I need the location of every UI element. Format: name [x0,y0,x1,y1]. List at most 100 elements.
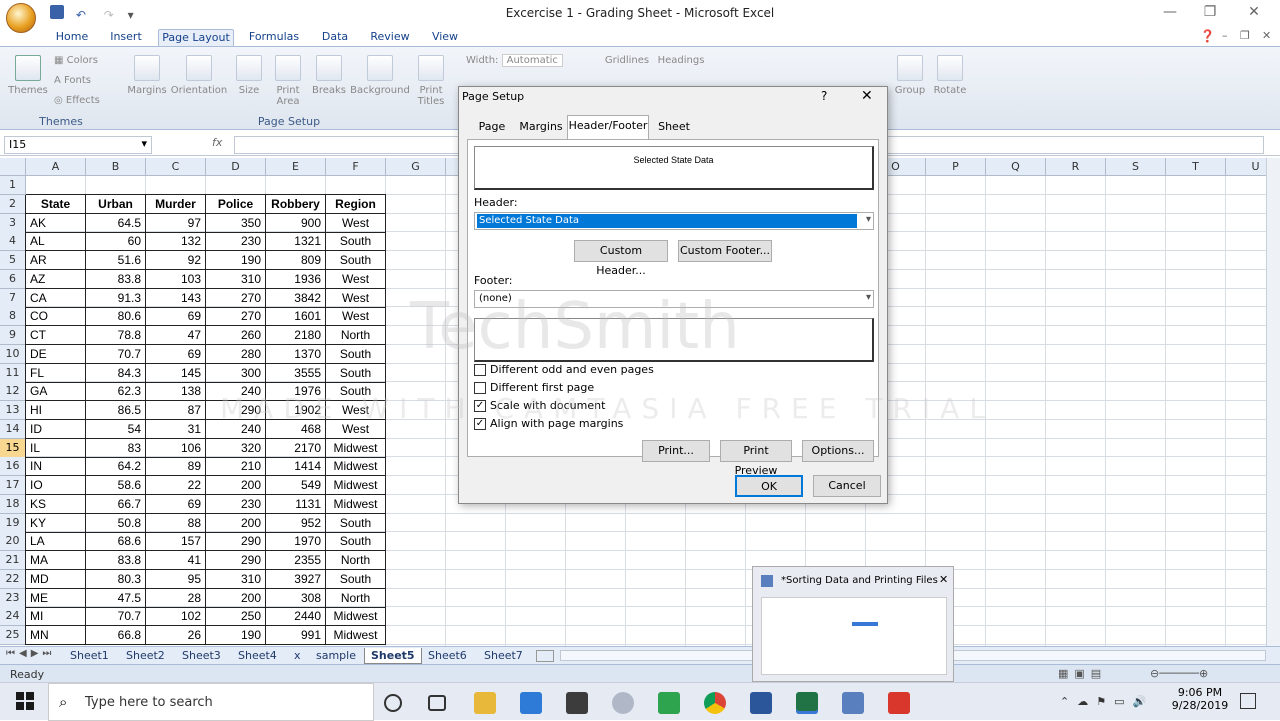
name-box[interactable]: I15 ▾ [4,136,152,154]
tab-formulas[interactable]: Formulas [246,29,302,47]
table-cell[interactable]: South [326,532,386,552]
table-cell[interactable]: CA [26,288,86,308]
rotate-button[interactable]: Rotate [930,55,970,96]
table-header-cell[interactable]: Region [326,194,386,214]
sheet-tab[interactable]: Sheet1 [64,648,115,664]
group-button[interactable]: Group [890,55,930,96]
table-cell[interactable]: 83 [86,438,146,458]
ribbon-restore-icon[interactable]: ❐ [1240,29,1250,42]
table-cell[interactable]: 47 [146,326,206,345]
option-label[interactable]: Align with page margins [490,417,623,430]
table-cell[interactable]: 28 [146,588,206,608]
column-header[interactable]: A [26,158,86,176]
print-preview-button[interactable]: Print Preview [720,440,792,477]
table-cell[interactable]: 86.5 [86,401,146,420]
tab-insert[interactable]: Insert [106,29,146,47]
table-cell[interactable]: MI [26,607,86,627]
windows-start-icon[interactable] [16,692,34,710]
dialog-tab-page[interactable]: Page [475,117,509,139]
table-cell[interactable]: 87 [146,401,206,420]
table-cell[interactable]: Midwest [326,476,386,495]
table-cell[interactable]: 69 [146,307,206,327]
table-cell[interactable]: 991 [266,626,326,645]
tab-home[interactable]: Home [54,29,90,47]
row-header[interactable]: 10 [0,344,26,364]
row-header[interactable]: 9 [0,326,26,345]
table-header-cell[interactable]: Police [206,194,266,214]
store-icon[interactable] [520,692,542,714]
column-header[interactable]: B [86,158,146,176]
table-cell[interactable]: 1414 [266,457,326,477]
effects-button[interactable]: ◎ Effects [54,95,114,106]
table-cell[interactable]: 69 [146,494,206,514]
help-icon[interactable]: ❓ [1200,29,1215,43]
column-header[interactable]: G [386,158,446,176]
qat-dropdown-icon[interactable]: ▾ [128,8,134,22]
table-cell[interactable]: West [326,307,386,327]
calculator-icon[interactable] [566,692,588,714]
table-cell[interactable]: 22 [146,476,206,495]
print-area-button[interactable]: Print Area [270,55,306,107]
table-cell[interactable]: 250 [206,607,266,627]
table-cell[interactable]: IO [26,476,86,495]
table-cell[interactable]: MD [26,569,86,589]
chrome-icon[interactable] [704,692,726,714]
table-cell[interactable]: Midwest [326,438,386,458]
redo-icon[interactable]: ↷ [104,8,114,22]
sheet-tab[interactable]: sample [310,648,362,664]
table-cell[interactable]: 1936 [266,269,326,289]
table-cell[interactable]: 70.7 [86,344,146,364]
print-titles-button[interactable]: Print Titles [412,55,450,107]
row-header[interactable]: 15 [0,438,26,458]
undo-icon[interactable]: ↶ [76,8,86,22]
table-cell[interactable]: 1902 [266,401,326,420]
table-cell[interactable]: 62.3 [86,382,146,402]
table-cell[interactable]: 200 [206,588,266,608]
table-header-cell[interactable]: Murder [146,194,206,214]
system-tray-icons[interactable]: ⌃☁⚑▭🔊 [1060,695,1154,708]
table-cell[interactable]: 270 [206,288,266,308]
table-cell[interactable]: Midwest [326,607,386,627]
sheet-tab[interactable]: Sheet4 [232,648,283,664]
table-cell[interactable]: ME [26,588,86,608]
header-dropdown-icon[interactable]: ▾ [866,214,871,225]
table-cell[interactable]: CO [26,307,86,327]
table-cell[interactable]: South [326,363,386,383]
app-icon[interactable] [612,692,634,714]
table-cell[interactable]: South [326,251,386,270]
table-cell[interactable]: 3842 [266,288,326,308]
row-header[interactable]: 25 [0,626,26,645]
row-header[interactable]: 4 [0,232,26,252]
table-cell[interactable]: 350 [206,213,266,233]
camtasia-icon[interactable] [658,692,680,714]
table-cell[interactable]: 1976 [266,382,326,402]
table-cell[interactable]: AZ [26,269,86,289]
table-cell[interactable]: 210 [206,457,266,477]
table-cell[interactable]: West [326,419,386,439]
save-icon[interactable] [50,5,64,19]
table-cell[interactable]: 92 [146,251,206,270]
table-cell[interactable]: GA [26,382,86,402]
table-cell[interactable]: South [326,382,386,402]
table-cell[interactable]: 230 [206,494,266,514]
table-cell[interactable]: 1970 [266,532,326,552]
table-cell[interactable]: 64.2 [86,457,146,477]
table-cell[interactable]: North [326,551,386,570]
table-cell[interactable]: CT [26,326,86,345]
table-cell[interactable]: KS [26,494,86,514]
table-cell[interactable]: 50.8 [86,513,146,533]
table-cell[interactable]: 240 [206,419,266,439]
quick-access-toolbar[interactable]: ↶ ↷ ▾ [50,5,134,22]
print-button[interactable]: Print... [642,440,710,462]
sheet-tab[interactable]: x [288,648,307,664]
row-header[interactable]: 12 [0,382,26,402]
fx-icon[interactable]: fx [212,136,222,149]
row-header[interactable]: 18 [0,494,26,514]
table-cell[interactable]: West [326,401,386,420]
table-cell[interactable]: MN [26,626,86,645]
table-cell[interactable]: KY [26,513,86,533]
option-checkbox[interactable] [474,382,486,394]
table-cell[interactable]: AK [26,213,86,233]
ribbon-close-icon[interactable]: ✕ [1262,29,1271,42]
table-cell[interactable]: Midwest [326,494,386,514]
